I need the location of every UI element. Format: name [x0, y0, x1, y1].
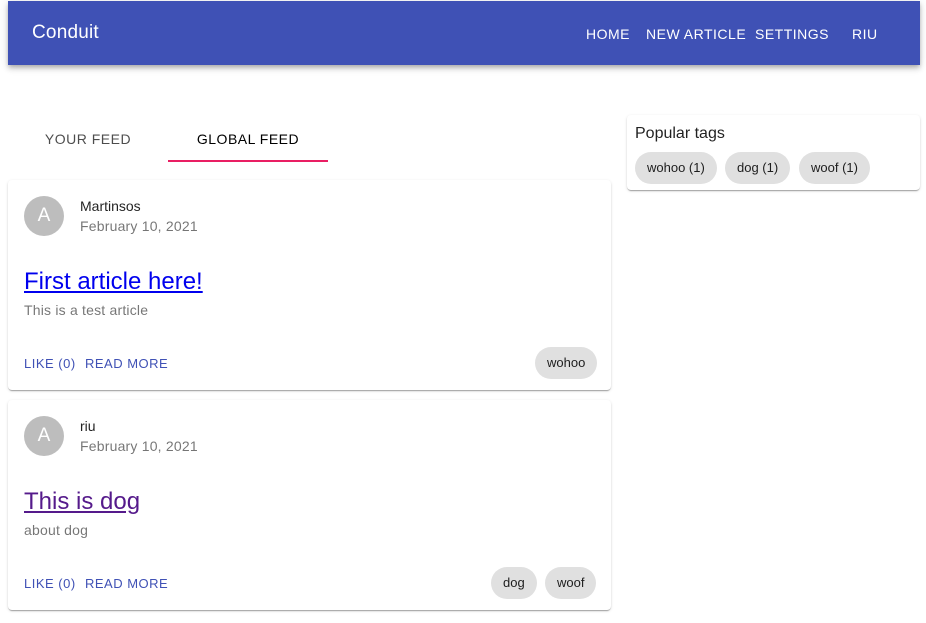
popular-tag-chip[interactable]: woof (1) — [799, 152, 870, 184]
article-date: February 10, 2021 — [80, 218, 198, 234]
like-button[interactable]: LIKE (0) — [24, 576, 76, 591]
like-button[interactable]: LIKE (0) — [24, 356, 76, 371]
article-description: This is a test article — [24, 302, 149, 318]
nav-settings-link[interactable]: SETTINGS — [755, 26, 829, 42]
popular-tags-panel: Popular tags wohoo (1) dog (1) woof (1) — [627, 115, 920, 190]
popular-tag-chip[interactable]: dog (1) — [725, 152, 791, 184]
nav-home-link[interactable]: HOME — [586, 26, 630, 42]
nav-new-article-link[interactable]: NEW ARTICLE — [646, 26, 746, 42]
avatar[interactable]: A — [24, 196, 64, 236]
read-more-button[interactable]: READ MORE — [85, 576, 168, 591]
article-title-link[interactable]: This is dog — [24, 488, 140, 516]
article-author: Martinsos — [80, 198, 141, 214]
popular-tags-title: Popular tags — [635, 125, 725, 142]
nav-user-link[interactable]: RIU — [852, 26, 878, 42]
article-tag-chip[interactable]: wohoo — [535, 347, 598, 379]
tab-global-feed[interactable]: GLOBAL FEED — [168, 115, 328, 163]
article-card: A Martinsos February 10, 2021 First arti… — [8, 180, 611, 390]
active-tab-indicator — [168, 160, 328, 162]
article-tag-chip[interactable]: woof — [545, 567, 597, 599]
avatar[interactable]: A — [24, 416, 64, 456]
read-more-button[interactable]: READ MORE — [85, 356, 168, 371]
brand-logo[interactable]: Conduit — [32, 22, 99, 44]
feed-tabs: YOUR FEED GLOBAL FEED — [8, 115, 328, 163]
tab-your-feed[interactable]: YOUR FEED — [8, 115, 168, 163]
article-card: A riu February 10, 2021 This is dog abou… — [8, 400, 611, 610]
popular-tag-chip[interactable]: wohoo (1) — [635, 152, 717, 184]
article-date: February 10, 2021 — [80, 438, 198, 454]
article-description: about dog — [24, 522, 89, 538]
article-author: riu — [80, 418, 96, 434]
article-title-link[interactable]: First article here! — [24, 268, 203, 296]
app-bar: Conduit HOME NEW ARTICLE SETTINGS RIU — [8, 1, 920, 65]
article-tag-chip[interactable]: dog — [491, 567, 537, 599]
